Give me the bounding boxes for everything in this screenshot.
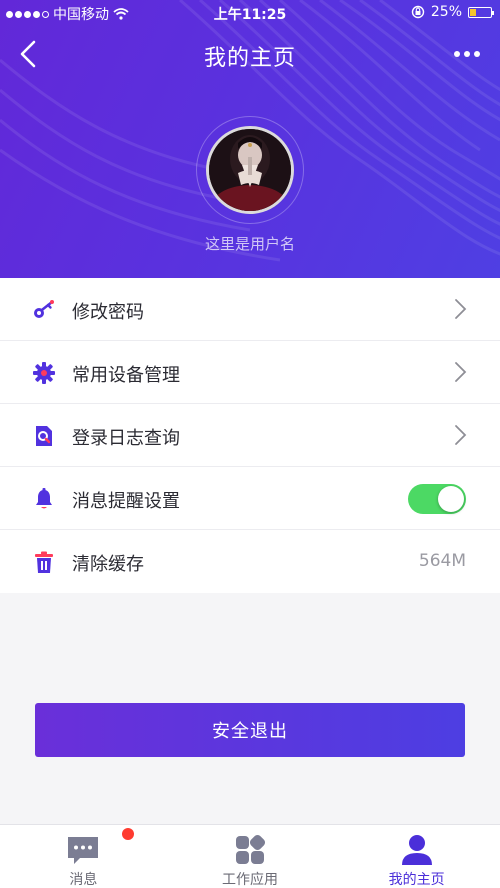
menu-item-notification-settings: 消息提醒设置 [0,467,500,530]
tab-work-apps[interactable]: 工作应用 [167,825,334,888]
menu-item-login-log[interactable]: 登录日志查询 [0,404,500,467]
app-grid-icon [236,834,266,864]
status-bar: 中国移动 上午11:25 25% [0,0,500,26]
tab-label-messages: 消息 [69,872,98,888]
menu-item-clear-cache[interactable]: 清除缓存 564M [0,530,500,593]
navigation-bar: 我的主页 [0,26,500,82]
notification-toggle[interactable] [408,484,466,514]
menu-label-device-management: 常用设备管理 [72,365,180,386]
tab-label-my-page: 我的主页 [388,872,445,888]
unread-badge [122,828,134,840]
tab-label-work-apps: 工作应用 [222,872,278,888]
menu-label-change-password: 修改密码 [72,302,144,323]
chevron-right-icon [455,425,467,445]
more-button[interactable] [452,42,482,66]
logout-button[interactable]: 安全退出 [35,703,465,757]
avatar-image [209,129,291,211]
chat-bubble-icon [68,837,99,864]
bell-icon [36,488,52,509]
toggle-knob [438,486,464,512]
key-icon [34,300,54,318]
tab-messages[interactable]: 消息 [0,825,167,888]
rotation-lock-icon [411,5,425,19]
profile-header: 中国移动 上午11:25 25% 我的主页 这里是用户名 [0,0,500,278]
more-dots-icon [454,51,480,57]
trash-icon [35,551,53,573]
page-title: 我的主页 [203,46,296,71]
username: 这里是用户名 [204,235,295,253]
search-document-icon [36,426,52,446]
settings-menu: 修改密码 常用设备管理 登录日志查询 消息提醒设置 清除缓存 564M [0,278,500,593]
battery-percentage: 25% [430,4,462,20]
avatar[interactable] [206,126,294,214]
tab-bar: 消息 工作应用 我的主页 [0,824,500,888]
gear-icon [33,362,55,384]
menu-item-change-password[interactable]: 修改密码 [0,278,500,341]
menu-item-device-management[interactable]: 常用设备管理 [0,341,500,404]
menu-label-login-log: 登录日志查询 [72,428,180,449]
cache-size-value: 564M [418,551,466,571]
menu-label-clear-cache: 清除缓存 [72,554,144,575]
chevron-right-icon [455,362,467,382]
menu-label-notification-settings: 消息提醒设置 [72,491,180,512]
chevron-right-icon [455,299,467,319]
tab-my-page[interactable]: 我的主页 [333,825,500,888]
battery-icon [468,6,494,18]
user-icon [401,835,432,865]
